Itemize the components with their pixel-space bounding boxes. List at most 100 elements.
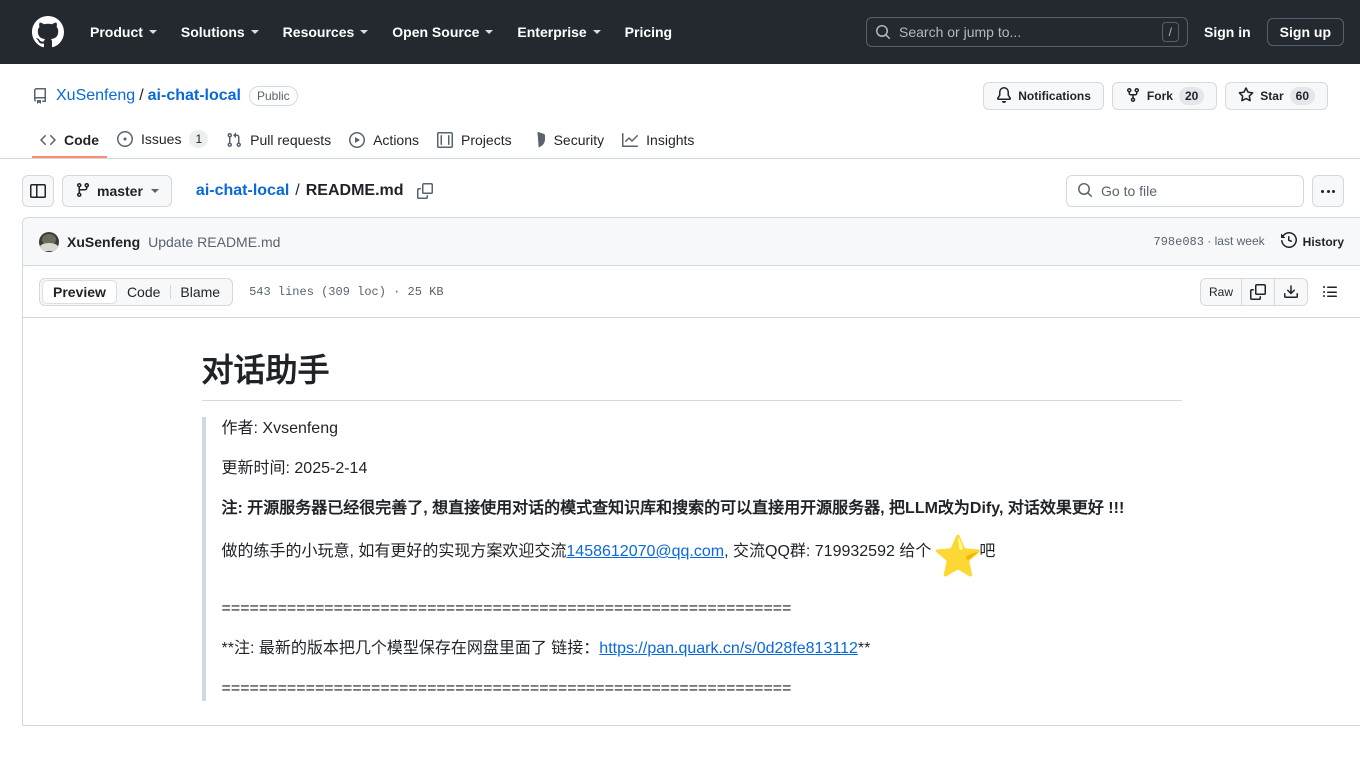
chevron-down-icon <box>150 189 159 193</box>
history-label: History <box>1302 234 1344 249</box>
star-button[interactable]: Star 60 <box>1225 82 1328 110</box>
readme-netdisk-paragraph: **注: 最新的版本把几个模型保存在网盘里面了 链接：https://pan.q… <box>222 637 1182 661</box>
kebab-horizontal-icon[interactable] <box>1312 175 1344 207</box>
raw-actions-group: Raw <box>1199 277 1308 306</box>
download-icon[interactable] <box>1274 278 1307 305</box>
raw-button[interactable]: Raw <box>1201 279 1241 305</box>
commit-meta: 798e083 · last week <box>1154 234 1265 249</box>
readme-blockquote: 作者: Xvsenfeng 更新时间: 2025-2-14 注: 开源服务器已经… <box>201 417 1182 701</box>
nav-item-pricing[interactable]: Pricing <box>615 18 682 46</box>
tab-label: Security <box>553 132 605 148</box>
nav-label: Resources <box>282 23 355 40</box>
view-tab-code[interactable]: Code <box>117 280 170 304</box>
sidebar-expand-icon[interactable] <box>22 175 54 207</box>
tab-security[interactable]: Security <box>522 124 613 158</box>
nav-item-product[interactable]: Product <box>80 18 167 46</box>
search-input[interactable]: Search or jump to... / <box>866 16 1188 47</box>
tab-projects[interactable]: Projects <box>429 124 520 158</box>
nav-item-solutions[interactable]: Solutions <box>171 18 269 46</box>
file-view-switcher: Preview Code Blame <box>39 277 234 306</box>
tab-actions[interactable]: Actions <box>341 124 427 158</box>
file-nav-right-group: Go to file <box>1066 175 1344 207</box>
github-mark-icon[interactable] <box>32 15 64 48</box>
issue-opened-icon <box>117 131 133 147</box>
history-clock-icon <box>1280 231 1297 251</box>
commit-message-link[interactable]: Update README.md <box>148 234 280 250</box>
readme-separator-1: ========================================… <box>221 600 792 617</box>
readme-title: 对话助手 <box>201 350 1182 401</box>
search-icon <box>875 24 891 40</box>
readme-netdisk-link[interactable]: https://pan.quark.cn/s/0d28fe813112 <box>599 640 858 657</box>
readme-note-bold: 注: 开源服务器已经很完善了, 想直接使用对话的模式查知识库和搜索的可以直接用开… <box>221 500 1125 517</box>
git-branch-icon <box>75 182 91 201</box>
repo-name-link[interactable]: ai-chat-local <box>148 87 241 105</box>
file-toolbar-actions: Raw <box>1199 277 1344 306</box>
branch-selector[interactable]: master <box>62 175 172 207</box>
copy-raw-icon[interactable] <box>1241 278 1274 305</box>
notifications-button[interactable]: Notifications <box>983 82 1104 110</box>
repo-book-icon <box>32 88 48 104</box>
breadcrumb-repo-link[interactable]: ai-chat-local <box>196 182 289 200</box>
tab-label: Insights <box>646 132 695 148</box>
repo-separator: / <box>139 87 144 104</box>
graph-icon <box>622 132 639 148</box>
fork-label: Fork <box>1146 89 1173 103</box>
outline-list-icon[interactable] <box>1316 278 1344 306</box>
nav-item-enterprise[interactable]: Enterprise <box>507 18 610 46</box>
view-tab-blame[interactable]: Blame <box>170 280 230 304</box>
breadcrumb-file-name: README.md <box>305 182 404 199</box>
readme-author-line: 作者: Xvsenfeng <box>221 420 339 437</box>
chevron-down-icon <box>250 29 259 34</box>
nav-label: Product <box>90 23 143 40</box>
issues-count: 1 <box>189 130 209 148</box>
latest-commit-row: XuSenfeng Update README.md 798e083 · las… <box>23 218 1360 266</box>
search-placeholder: Search or jump to... <box>899 23 1022 40</box>
tab-code[interactable]: Code <box>32 124 107 158</box>
more-dots <box>1321 189 1335 193</box>
table-icon <box>437 132 454 148</box>
readme-inner: 对话助手 作者: Xvsenfeng 更新时间: 2025-2-14 注: 开源… <box>186 350 1198 701</box>
search-shortcut-badge: / <box>1161 21 1179 42</box>
star-count: 60 <box>1289 87 1315 105</box>
sign-in-link[interactable]: Sign in <box>1200 24 1255 40</box>
repository-actions: Notifications Fork 20 Star 60 <box>983 82 1328 110</box>
tab-label: Actions <box>373 132 420 148</box>
notifications-label: Notifications <box>1018 89 1091 103</box>
readme-contact-paragraph: 做的练手的小玩意, 如有更好的实现方案欢迎交流1458612070@qq.com… <box>222 537 1182 581</box>
readme-contact-mid: , 交流QQ群: 719932592 给个 <box>724 543 932 560</box>
tab-pull-requests[interactable]: Pull requests <box>218 124 339 158</box>
commit-sha[interactable]: 798e083 <box>1154 235 1204 249</box>
nav-item-resources[interactable]: Resources <box>273 18 379 46</box>
view-tab-preview[interactable]: Preview <box>42 279 117 304</box>
tab-label: Issues <box>141 131 182 147</box>
sign-up-button[interactable]: Sign up <box>1266 17 1344 46</box>
fork-count: 20 <box>1178 87 1205 105</box>
bell-icon <box>996 86 1012 106</box>
tab-insights[interactable]: Insights <box>614 124 702 158</box>
fork-button[interactable]: Fork 20 <box>1111 82 1218 110</box>
readme-email-link[interactable]: 1458612070@qq.com <box>566 543 724 560</box>
breadcrumb-separator: / <box>295 182 300 199</box>
history-link[interactable]: History <box>1280 231 1344 251</box>
commit-time: last week <box>1214 234 1265 248</box>
git-pull-request-icon <box>226 132 242 148</box>
readme-netdisk-post: ** <box>857 640 871 657</box>
search-icon <box>1077 182 1093 201</box>
global-header: Product Solutions Resources Open Source … <box>0 0 1360 64</box>
repo-owner-link[interactable]: XuSenfeng <box>56 87 135 105</box>
readme-note-paragraph: 注: 开源服务器已经很完善了, 想直接使用对话的模式查知识库和搜索的可以直接用开… <box>222 497 1182 521</box>
nav-item-open-source[interactable]: Open Source <box>382 18 503 46</box>
go-to-file-input[interactable]: Go to file <box>1066 175 1304 207</box>
tab-issues[interactable]: Issues 1 <box>109 122 216 158</box>
repository-header: XuSenfeng / ai-chat-local Public Notific… <box>0 64 1360 159</box>
copy-icon[interactable] <box>414 180 436 202</box>
header-right-group: Search or jump to... / Sign in Sign up <box>866 16 1344 47</box>
readme-markdown-body: 对话助手 作者: Xvsenfeng 更新时间: 2025-2-14 注: 开源… <box>23 318 1360 725</box>
file-content-panel: XuSenfeng Update README.md 798e083 · las… <box>22 217 1360 726</box>
breadcrumb: ai-chat-local / README.md <box>196 180 436 202</box>
commit-author-link[interactable]: XuSenfeng <box>67 234 140 250</box>
star-emoji: ⭐ <box>933 535 984 579</box>
chevron-down-icon <box>360 29 369 34</box>
visibility-badge: Public <box>249 86 298 106</box>
branch-name: master <box>97 183 143 199</box>
